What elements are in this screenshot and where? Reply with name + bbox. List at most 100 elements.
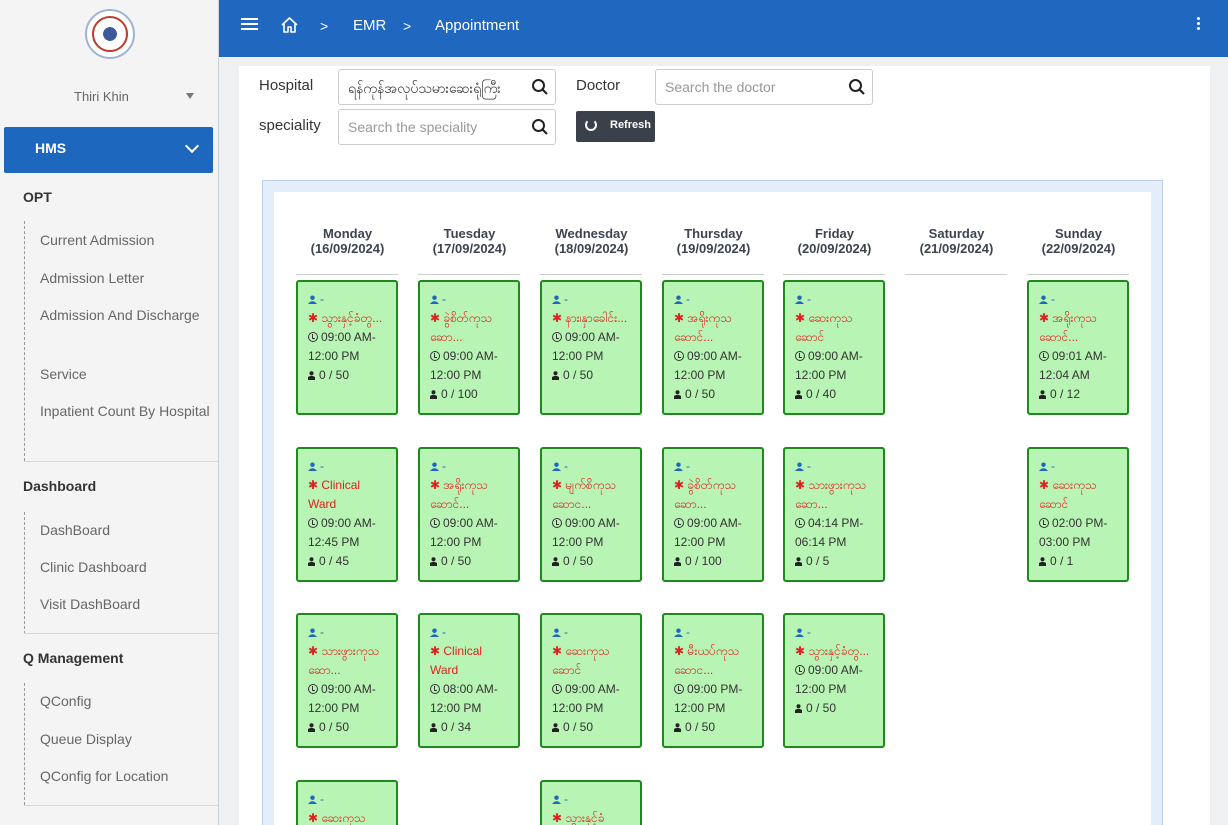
more-options-icon[interactable] [1197,17,1201,32]
doctor-name: - [807,625,811,639]
appointment-card[interactable]: - ✱ အရိုးကုသဆောင်... 09:01 AM-12:04 AM 0 / … [1027,280,1129,415]
doctor-icon [674,628,683,637]
section-q-management[interactable]: Q Management [23,650,123,666]
appointment-card[interactable]: - ✱ သားဖွားကုသဆော... 04:14 PM-06:14 PM 0 / … [783,447,885,582]
day-date: (18/09/2024) [554,241,629,256]
location-name: သွားနှင့်ခံတွ... [808,644,870,658]
top-bar: > EMR > Appointment [219,0,1228,57]
appointment-card[interactable]: - ✱ သွားနှင့်ခံတွ... 09:00 AM-12:00 PM 0 / … [783,613,885,748]
doctor-row: - [795,623,875,642]
appointment-card[interactable]: - ✱ အရိုးကုသဆောင်... 09:00 AM-12:00 PM 0 / … [418,447,520,582]
appointment-card[interactable]: - ✱ မျက်စိကုသဆောင... 09:00 AM-12:00 PM 0 / … [540,447,642,582]
speciality-search-input[interactable]: Search the speciality [338,109,556,145]
user-icon [430,390,437,399]
day-name: Saturday [928,226,985,241]
location-name: နား၊နှာခေါင်း... [565,311,628,325]
nav-admission-and-discharge[interactable]: Admission And Discharge [40,304,210,326]
patient-count: 0 / 50 [308,718,388,737]
nav-queue-display[interactable]: Queue Display [40,728,210,750]
day-divider [662,274,764,275]
nav-clinic-dashboard[interactable]: Clinic Dashboard [40,556,210,578]
caret-down-icon[interactable] [186,93,194,99]
nav-admission-letter[interactable]: Admission Letter [40,267,210,289]
time-range: 09:00 PM-12:00 PM [674,680,754,718]
section-dashboard[interactable]: Dashboard [23,478,96,494]
patient-count: 0 / 50 [552,366,632,385]
patient-count: 0 / 34 [430,718,510,737]
location: ✱ သားဖွားကုသဆော... [795,476,875,514]
appointment-card[interactable]: - ✱ ခွဲစိတ်ကုသဆော... 09:00 AM-12:00 PM 0 / … [662,447,764,582]
time-text: 09:00 AM-12:00 PM [674,516,742,549]
section-opt[interactable]: OPT [23,189,52,205]
nav-current-admission[interactable]: Current Admission [40,229,210,251]
refresh-button[interactable]: Refresh [576,111,655,142]
nav-service[interactable]: Service [40,363,210,385]
doctor-icon [308,628,317,637]
nav-dashboard[interactable]: DashBoard [40,519,210,541]
required-star-icon: ✱ [308,311,322,325]
location: ✱ ခွဲစိတ်ကုသဆော... [430,309,510,347]
hospital-field[interactable]: ရန်ကုန်အလုပ်သမားဆေးရုံကြီး [338,69,556,105]
patient-count: 0 / 40 [795,385,875,404]
appointment-card[interactable]: - ✱ သားဖွားကုသဆော... 09:00 AM-12:00 PM 0 / … [296,613,398,748]
appointment-card[interactable]: - ✱ ဆေးကုသဆောင် 02:00 PM-03:00 PM 0 / 1 [1027,447,1129,582]
user-icon [674,390,681,399]
day-date: (17/09/2024) [432,241,507,256]
appointment-card[interactable]: - ✱ အရိုးကုသဆောင်... 09:00 AM-12:00 PM 0 / … [662,280,764,415]
doctor-row: - [795,457,875,476]
nav-qconfig-location[interactable]: QConfig for Location [40,765,210,787]
user-icon [552,371,559,380]
user-icon [674,723,681,732]
home-icon[interactable] [280,16,299,34]
doctor-icon [308,795,317,804]
ssb-logo [85,9,135,59]
patient-count: 0 / 12 [1039,385,1119,404]
search-icon[interactable] [531,78,549,96]
menu-icon[interactable] [241,18,258,32]
breadcrumb-emr[interactable]: EMR [353,17,386,34]
appointment-card[interactable]: - ✱ နား၊နှာခေါင်း... 09:00 AM-12:00 PM 0 / … [540,280,642,415]
module-hms[interactable]: HMS [4,127,213,173]
user-menu[interactable]: Thiri Khin [0,86,218,108]
speciality-placeholder: Search the speciality [348,119,478,135]
appointment-card[interactable]: - ✱ ဆေးကုသ [296,780,398,825]
count-text: 0 / 100 [441,387,478,401]
patient-count: 0 / 50 [795,699,875,718]
nav-qconfig[interactable]: QConfig [40,690,210,712]
appointment-card[interactable]: - ✱ မီးယပ်ကုသဆောင... 09:00 PM-12:00 PM 0 / … [662,613,764,748]
count-text: 0 / 50 [319,720,350,734]
breadcrumb-appointment: Appointment [435,17,520,34]
user-name: Thiri Khin [74,89,129,104]
nav-inpatient-count[interactable]: Inpatient Count By Hospital [40,400,210,422]
time-text: 09:00 AM-12:00 PM [552,516,620,549]
clock-icon [430,684,440,694]
appointment-card[interactable]: - ✱ ဆေးကုသဆောင် 09:00 AM-12:00 PM 0 / 50 [540,613,642,748]
appointment-card[interactable]: - ✱ ခွဲစိတ်ကုသဆော... 09:00 AM-12:00 PM 0 / … [418,280,520,415]
appointment-card[interactable]: - ✱ ဆေးကုသဆောင် 09:00 AM-12:00 PM 0 / 40 [783,280,885,415]
location: ✱ ဆေးကုသဆောင် [795,309,875,347]
doctor-icon [674,295,683,304]
search-icon[interactable] [848,78,866,96]
appointment-card[interactable]: - ✱ Clinical Ward 08:00 AM-12:00 PM 0 / 34 [418,613,520,748]
nav-visit-dashboard[interactable]: Visit DashBoard [40,593,210,615]
day-date: (19/09/2024) [676,241,751,256]
appointment-card[interactable]: - ✱ သွားနှင့်ခံ [540,780,642,825]
required-star-icon: ✱ [430,644,444,658]
doctor-row: - [674,457,754,476]
chevron-down-icon[interactable] [184,138,200,154]
search-icon[interactable] [531,118,549,136]
doctor-icon [1039,295,1048,304]
count-text: 0 / 50 [441,554,472,568]
doctor-icon [1039,462,1048,471]
refresh-label: Refresh [610,119,651,131]
doctor-icon [795,462,804,471]
doctor-search-input[interactable]: Search the doctor [655,69,873,105]
user-icon [795,557,802,566]
appointment-card[interactable]: - ✱ Clinical Ward 09:00 AM-12:45 PM 0 / 45 [296,447,398,582]
clock-icon [552,332,562,342]
doctor-name: - [807,459,811,473]
time-range: 09:00 AM-12:00 PM [795,347,875,385]
count-text: 0 / 50 [685,720,716,734]
appointment-card[interactable]: - ✱ သွားနှင့်ခံတွ... 09:00 AM-12:00 PM 0 / … [296,280,398,415]
location: ✱ Clinical Ward [430,642,510,680]
